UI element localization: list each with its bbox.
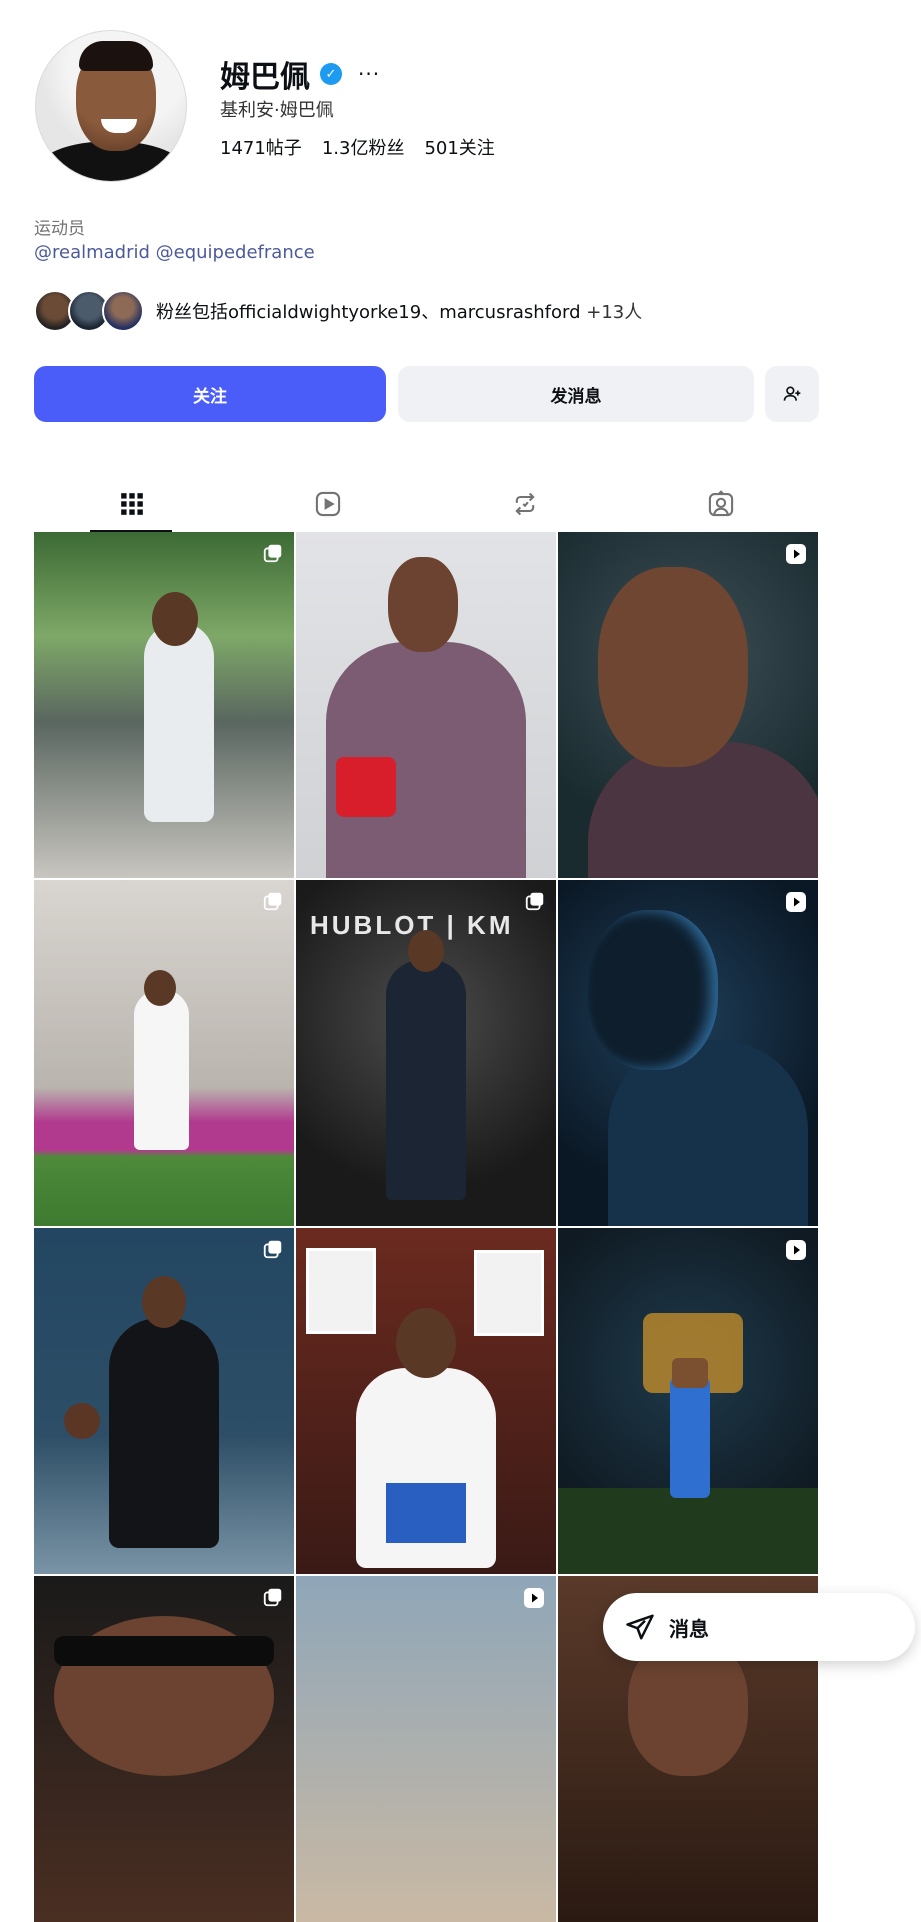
posts-count[interactable]: 1471帖子: [220, 134, 302, 160]
floating-messages-button[interactable]: 消息: [603, 1593, 915, 1661]
send-icon: [626, 1614, 654, 1640]
post-tile[interactable]: [558, 880, 818, 1226]
video-icon: [786, 544, 806, 564]
floating-messages-label: 消息: [669, 1616, 709, 1641]
post-tile[interactable]: [558, 1228, 818, 1574]
post-tile[interactable]: [296, 1228, 556, 1574]
carousel-icon: [525, 892, 544, 911]
verified-badge-icon: ✓: [320, 63, 342, 85]
post-tile[interactable]: [296, 532, 556, 878]
profile-avatar[interactable]: [35, 30, 187, 182]
followed-by[interactable]: 粉丝包括officialdwightyorke19、marcusrashford…: [34, 290, 642, 332]
post-tile[interactable]: [34, 1228, 294, 1574]
post-tile[interactable]: [296, 1576, 556, 1922]
add-user-button[interactable]: [765, 366, 819, 422]
tagged-icon: [708, 490, 734, 517]
followers-count[interactable]: 1.3亿粉丝: [322, 134, 405, 160]
video-icon: [786, 892, 806, 912]
tab-reels[interactable]: [230, 476, 426, 532]
post-tile[interactable]: [34, 1576, 294, 1922]
profile-full-name: 基利安·姆巴佩: [220, 100, 334, 121]
following-count[interactable]: 501关注: [424, 134, 494, 160]
reposts-icon: [514, 492, 535, 516]
reels-icon: [316, 491, 341, 517]
profile-links[interactable]: @realmadrid @equipedefrance: [34, 242, 315, 263]
carousel-icon: [263, 544, 282, 563]
profile-tabs: [34, 476, 819, 532]
carousel-icon: [263, 1588, 282, 1607]
followed-by-text: 粉丝包括officialdwightyorke19、marcusrashford…: [156, 302, 643, 323]
video-icon: [524, 1588, 544, 1608]
profile-username: 姆巴佩: [220, 60, 310, 95]
follower-avatar: [102, 290, 144, 332]
post-tile[interactable]: [34, 532, 294, 878]
tab-tagged[interactable]: [623, 476, 819, 532]
more-options-button[interactable]: ···: [358, 62, 380, 86]
carousel-icon: [263, 1240, 282, 1259]
post-tile[interactable]: [34, 880, 294, 1226]
posts-grid-icon: [121, 493, 143, 515]
profile-stats: 1471帖子 1.3亿粉丝 501关注: [220, 134, 495, 160]
profile-name-row: 姆巴佩 ✓ ···: [220, 52, 380, 96]
follow-button[interactable]: 关注: [34, 366, 386, 422]
tab-posts[interactable]: [34, 476, 230, 532]
profile-category: 运动员: [34, 219, 85, 239]
post-tile[interactable]: HUBLOT | KM: [296, 880, 556, 1226]
post-tile[interactable]: [558, 532, 818, 878]
video-icon: [786, 1240, 806, 1260]
posts-grid: HUBLOT | KM: [34, 532, 819, 1922]
message-button[interactable]: 发消息: [398, 366, 754, 422]
carousel-icon: [263, 892, 282, 911]
tab-reposts[interactable]: [427, 476, 623, 532]
add-user-icon: [783, 386, 801, 401]
